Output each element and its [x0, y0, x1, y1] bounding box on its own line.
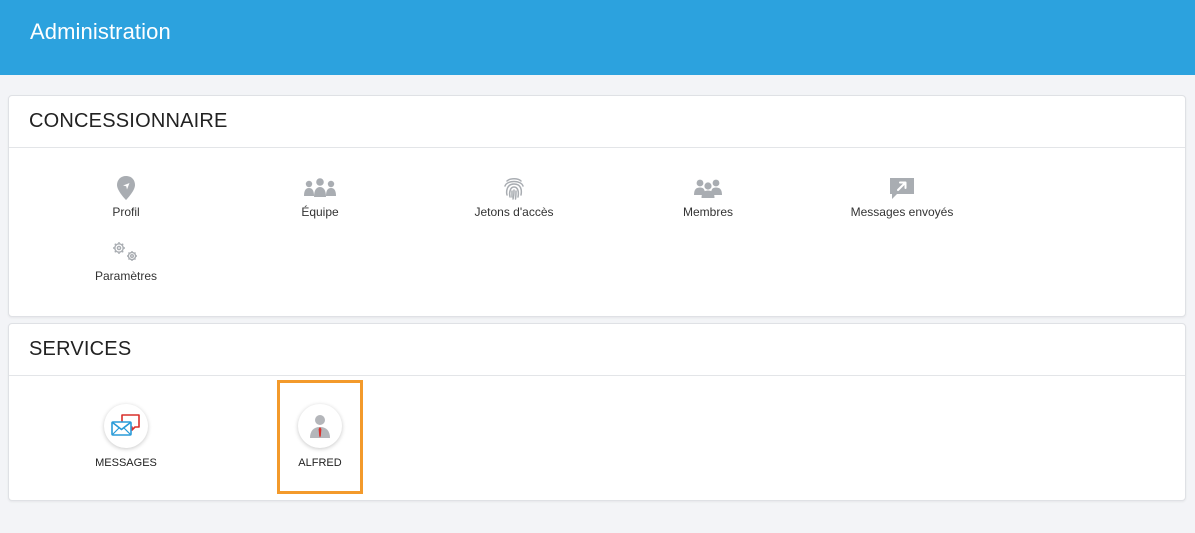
messages-icon-circle — [104, 404, 148, 448]
tile-membres-label: Membres — [682, 205, 733, 219]
service-messages-label: MESSAGES — [95, 457, 157, 469]
top-bar: Administration — [0, 0, 1195, 75]
messages-icon — [111, 414, 140, 436]
service-alfred[interactable]: ALFRED — [240, 404, 400, 469]
team-icon — [304, 178, 336, 197]
tile-jetons[interactable]: Jetons d'accès — [434, 175, 594, 219]
services-title: SERVICES — [29, 338, 132, 360]
sent-message-icon — [890, 178, 914, 199]
services-header: SERVICES — [9, 324, 1185, 376]
tile-parametres-label: Paramètres — [94, 269, 158, 283]
alfred-icon-circle — [298, 404, 342, 448]
service-alfred-label: ALFRED — [298, 457, 342, 469]
page-title: Administration — [30, 19, 171, 44]
location-pin-icon — [117, 176, 135, 200]
concessionnaire-panel: CONCESSIONNAIRE Profil Équipe Jetons d'a… — [8, 95, 1186, 317]
tile-jetons-label: Jetons d'accès — [474, 205, 554, 219]
members-icon — [694, 179, 722, 198]
tile-equipe[interactable]: Équipe — [240, 175, 400, 219]
concessionnaire-title: CONCESSIONNAIRE — [29, 110, 228, 132]
tile-membres[interactable]: Membres — [628, 175, 788, 219]
tile-equipe-label: Équipe — [301, 205, 339, 219]
tile-messages-envoyes-label: Messages envoyés — [850, 205, 954, 219]
tile-profil[interactable]: Profil — [46, 175, 206, 219]
tile-profil-label: Profil — [112, 205, 140, 219]
tile-messages-envoyes[interactable]: Messages envoyés — [822, 175, 982, 219]
services-panel: SERVICES MESSAGES ALFRED — [8, 323, 1186, 501]
concessionnaire-header: CONCESSIONNAIRE — [9, 96, 1185, 148]
user-avatar-icon — [310, 415, 330, 438]
gears-icon — [113, 242, 137, 261]
service-messages[interactable]: MESSAGES — [46, 404, 206, 469]
fingerprint-icon — [504, 178, 524, 200]
tile-parametres[interactable]: Paramètres — [46, 239, 206, 283]
